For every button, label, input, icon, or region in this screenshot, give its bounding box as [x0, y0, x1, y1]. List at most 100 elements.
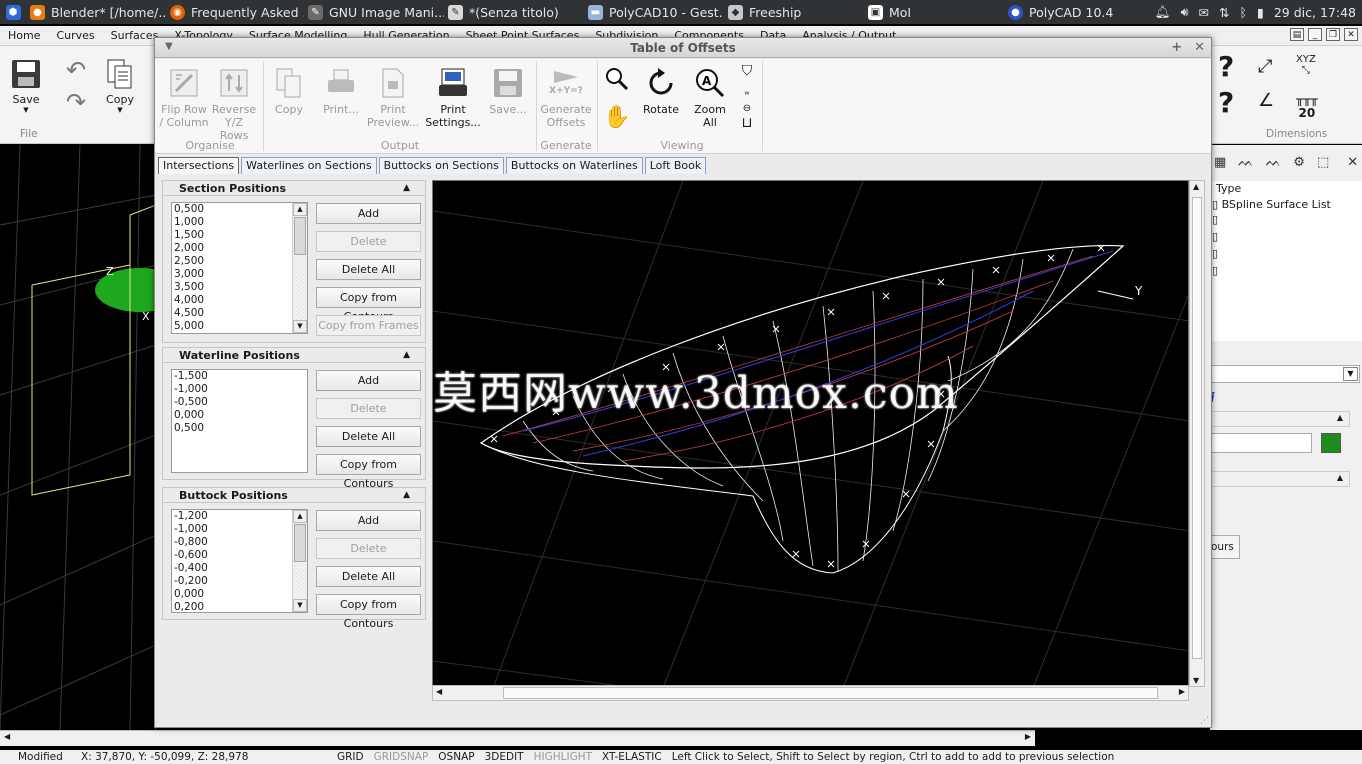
scroll-down-icon[interactable]: ▼ [293, 320, 307, 333]
list-item[interactable]: 3,000 [172, 268, 307, 281]
delete-all-buttocks-button[interactable]: Delete All [316, 566, 421, 587]
background-viewport[interactable]: Z X [0, 145, 156, 730]
list-item[interactable]: 1,000 [172, 216, 307, 229]
collapse-icon[interactable]: ▲ [403, 181, 410, 196]
scroll-up-icon[interactable]: ▲ [293, 510, 307, 523]
gridsnap-toggle[interactable]: GRIDSNAP [369, 751, 434, 763]
copy-table-button[interactable]: Copy [269, 67, 309, 116]
layout-icon[interactable]: ▤ [1290, 28, 1304, 41]
resize-grip-icon[interactable]: ⋰ [1200, 716, 1209, 726]
property-dropdown[interactable]: ▼ [1210, 365, 1360, 383]
file-icon[interactable]: ▯ [1210, 213, 1362, 230]
delete-buttock-button[interactable]: Delete [316, 538, 421, 559]
task-polycad[interactable]: ● PolyCAD 10.4 [1004, 0, 1144, 24]
list-item[interactable]: -0,400 [172, 562, 307, 575]
list-item[interactable]: -0,500 [172, 396, 307, 409]
tab-buttocks-on-sections[interactable]: Buttocks on Sections [378, 157, 504, 174]
task-text-editor[interactable]: ✎ *(Senza titolo) [444, 0, 584, 24]
minimize-button[interactable]: _ [1308, 28, 1322, 41]
task-file-manager[interactable]: ▬ PolyCAD10 - Gest... [584, 0, 724, 24]
section-positions-list[interactable]: 0,500 1,000 1,500 2,000 2,500 3,000 3,500 4,000… [171, 202, 308, 334]
help-icon[interactable]: ? [1218, 50, 1234, 83]
buttock-positions-list[interactable]: -1,200 -1,000 -0,800 -0,600 -0,400 -0,200 0,00… [171, 509, 308, 613]
pan-button[interactable]: ✋ [603, 103, 631, 135]
view-option-button[interactable]: ⛉ [737, 64, 757, 78]
scroll-thumb[interactable] [503, 687, 1158, 699]
maximize-icon[interactable]: + [1171, 40, 1182, 55]
list-item[interactable]: -1,200 [172, 510, 307, 523]
collapse-header[interactable]: ▲ [1210, 411, 1350, 427]
copy-buttocks-from-contours-button[interactable]: Copy from Contours [316, 594, 421, 630]
close-button[interactable]: ✕ [1344, 28, 1358, 41]
generate-offsets-button[interactable]: X+Y=? Generate Offsets [539, 67, 593, 129]
copy-waterlines-from-contours-button[interactable]: Copy from Contours [316, 454, 421, 490]
restore-button[interactable]: ❐ [1326, 28, 1340, 41]
mail-icon[interactable]: ✉ [1198, 5, 1208, 20]
3dedit-toggle[interactable]: 3DEDIT [480, 751, 529, 763]
zoom-button[interactable] [603, 65, 631, 97]
tree-item[interactable]: ▯ BSpline Surface List [1210, 197, 1362, 213]
file-icon[interactable]: ▯ [1210, 264, 1362, 281]
scroll-thumb[interactable] [294, 217, 306, 255]
angle-icon[interactable]: ∠ [1258, 90, 1274, 111]
delete-section-button[interactable]: Delete [316, 231, 421, 252]
copy-sections-from-contours-button[interactable]: Copy from Contours [316, 287, 421, 323]
list-item[interactable]: 0,500 [172, 203, 307, 216]
list-item[interactable]: 5,000 [172, 320, 307, 333]
section-positions-header[interactable]: Section Positions ▲ [163, 181, 425, 196]
waterline-positions-header[interactable]: Waterline Positions ▲ [163, 348, 425, 363]
collapse-header[interactable]: ▲ [1210, 471, 1350, 487]
settings-eye-icon[interactable]: ⚙ [1293, 155, 1305, 175]
color-swatch[interactable] [1321, 433, 1341, 453]
scroll-right-icon[interactable]: ▶ [1025, 732, 1031, 741]
notification-bell-icon[interactable]: 🔔︎ [1155, 4, 1171, 20]
collapse-icon[interactable]: ▲ [403, 348, 410, 363]
list-scrollbar[interactable]: ▲ ▼ [292, 203, 307, 333]
list-item[interactable]: 4,500 [172, 307, 307, 320]
file-icon[interactable]: ▯ [1210, 230, 1362, 247]
view-option-button[interactable]: ʷ ⊖ [737, 89, 757, 115]
task-gimp[interactable]: ✎ GNU Image Mani... [304, 0, 444, 24]
print-settings-button[interactable]: Print Settings... [425, 67, 481, 129]
hull-3d-view[interactable]: Y 莫西网www.3dmox.com [432, 180, 1189, 687]
scroll-down-icon[interactable]: ▼ [293, 599, 307, 612]
print-button[interactable]: Print... [317, 67, 365, 116]
waterline-positions-list[interactable]: -1,500 -1,000 -0,500 0,000 0,500 [171, 369, 308, 473]
list-item[interactable]: 0,000 [172, 409, 307, 422]
scroll-thumb[interactable] [294, 524, 306, 562]
list-item[interactable]: 0,000 [172, 588, 307, 601]
window-menu-icon[interactable]: ▼ [165, 41, 173, 52]
list-item[interactable]: 2,000 [172, 242, 307, 255]
file-icon[interactable]: ▯ [1210, 247, 1362, 264]
clock[interactable]: 29 dic, 17:48 [1274, 5, 1356, 20]
copy-button[interactable]: Copy ▼ [102, 58, 138, 114]
zoom-all-button[interactable]: A Zoom All [689, 67, 731, 129]
xt-elastic-toggle[interactable]: XT-ELASTIC [597, 751, 667, 763]
list-item[interactable]: 4,000 [172, 294, 307, 307]
scroll-left-icon[interactable]: ◀ [4, 732, 10, 741]
bluetooth-icon[interactable]: ᛒ [1239, 5, 1247, 20]
tab-intersections[interactable]: Intersections [158, 157, 240, 174]
save-table-button[interactable]: Save... [485, 67, 531, 116]
close-icon[interactable]: ✕ [1194, 40, 1205, 55]
start-menu-button[interactable]: ⬢ [0, 0, 26, 24]
dialog-titlebar[interactable]: ▼ Table of Offsets + ✕ [155, 38, 1211, 58]
tab-waterlines-on-sections[interactable]: Waterlines on Sections [241, 157, 377, 174]
delete-waterline-button[interactable]: Delete [316, 398, 421, 419]
list-item[interactable]: 1,500 [172, 229, 307, 242]
tab-loft-book[interactable]: Loft Book [644, 157, 707, 174]
rotate-button[interactable]: Rotate [639, 67, 683, 116]
save-button[interactable]: Save ▼ [8, 58, 44, 114]
scroll-left-icon[interactable]: ◀ [436, 687, 442, 696]
volume-icon[interactable]: 🔊︎ [1181, 4, 1189, 20]
list-item[interactable]: -0,800 [172, 536, 307, 549]
buttock-positions-header[interactable]: Buttock Positions ▲ [163, 488, 425, 503]
task-blender[interactable]: ● Blender* [/home/... [26, 0, 166, 24]
background-horizontal-scrollbar[interactable]: ◀ ▶ [0, 730, 1035, 746]
osnap-toggle[interactable]: OSNAP [433, 751, 479, 763]
xyz-coordinate-icon[interactable]: XYZ ⤡ [1296, 54, 1316, 76]
copy-sections-from-frames-button[interactable]: Copy from Frames [316, 315, 421, 336]
tab-buttocks-on-waterlines[interactable]: Buttocks on Waterlines [505, 157, 643, 174]
highlight-toggle[interactable]: HIGHLIGHT [529, 751, 597, 763]
scroll-down-icon[interactable]: ▼ [1193, 676, 1199, 685]
